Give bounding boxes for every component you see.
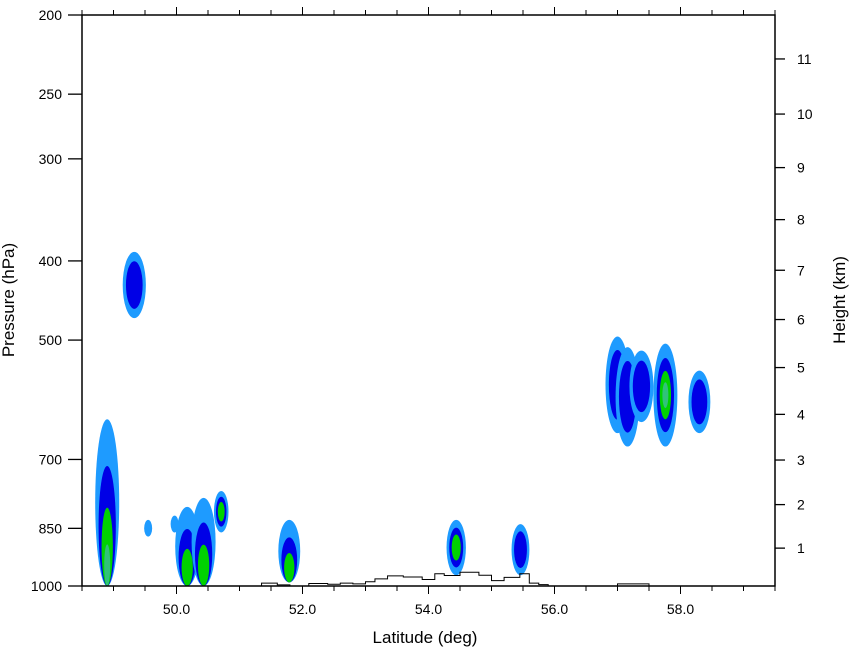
pressure-axis: 1000 850 700 500 400 300 250 200	[31, 7, 82, 594]
x-tick-label: 50.0	[163, 601, 190, 617]
pressure-tick-label: 700	[39, 451, 63, 467]
height-tick-label: 8	[797, 212, 805, 228]
x-tick-label: 52.0	[289, 601, 316, 617]
height-tick-label: 11	[797, 51, 812, 67]
contour-level-3	[451, 534, 461, 561]
contour-level-2	[125, 261, 143, 309]
plot-frame	[81, 14, 776, 587]
contour-level-4	[662, 382, 669, 408]
height-tick-label: 10	[797, 106, 813, 122]
height-tick-label: 2	[797, 497, 805, 513]
height-tick-label: 5	[797, 360, 805, 376]
precip-cell	[446, 519, 466, 576]
terrain-profile-line	[236, 571, 775, 587]
precipitation-contour-layer	[95, 251, 711, 587]
precip-cell	[653, 343, 678, 447]
height-tick-label: 4	[797, 406, 805, 422]
height-tick-label: 1	[797, 540, 805, 556]
pressure-tick-label: 300	[39, 151, 63, 167]
precip-cell	[191, 497, 216, 587]
height-axis-label: Height (km)	[830, 256, 849, 344]
height-tick-label: 9	[797, 160, 805, 176]
height-tick-label: 3	[797, 452, 805, 468]
contour-level-3	[197, 544, 210, 587]
pressure-tick-label: 250	[39, 86, 63, 102]
pressure-tick-label: 500	[39, 332, 63, 348]
x-tick-label: 54.0	[415, 601, 442, 617]
pressure-tick-label: 850	[39, 520, 63, 536]
precip-cell	[278, 519, 301, 583]
contour-level-3	[181, 548, 193, 587]
contour-level-3	[284, 553, 295, 583]
pressure-tick-label: 400	[39, 253, 63, 269]
precip-cell	[95, 419, 120, 586]
contour-level-2	[632, 360, 651, 413]
pressure-axis-label: Pressure (hPa)	[0, 243, 18, 357]
contour-level-4	[104, 544, 111, 586]
contour-level-3	[217, 501, 225, 522]
contour-level-2	[514, 531, 527, 569]
precip-cell	[144, 519, 153, 537]
precip-cell	[511, 524, 530, 576]
precip-cell	[122, 251, 146, 319]
contour-level-1	[144, 519, 153, 537]
contour-level-2	[691, 379, 708, 425]
x-axis-label: Latitude (deg)	[373, 628, 478, 647]
precip-cell	[688, 370, 711, 434]
x-tick-label: 56.0	[541, 601, 568, 617]
x-tick-label: 58.0	[667, 601, 694, 617]
height-tick-label: 7	[797, 262, 805, 278]
height-axis: 1 2 3 4 5 6 7 8 9 10 11	[775, 51, 813, 556]
precip-cell	[629, 350, 654, 423]
height-tick-label: 6	[797, 312, 805, 328]
pressure-tick-label: 1000	[31, 578, 62, 594]
pressure-tick-label: 200	[39, 7, 63, 23]
cross-section-chart: 50.0 52.0 54.0 56.0 58.0 1000 850 700 500 400 300…	[0, 7, 849, 647]
precip-cell	[213, 490, 229, 533]
